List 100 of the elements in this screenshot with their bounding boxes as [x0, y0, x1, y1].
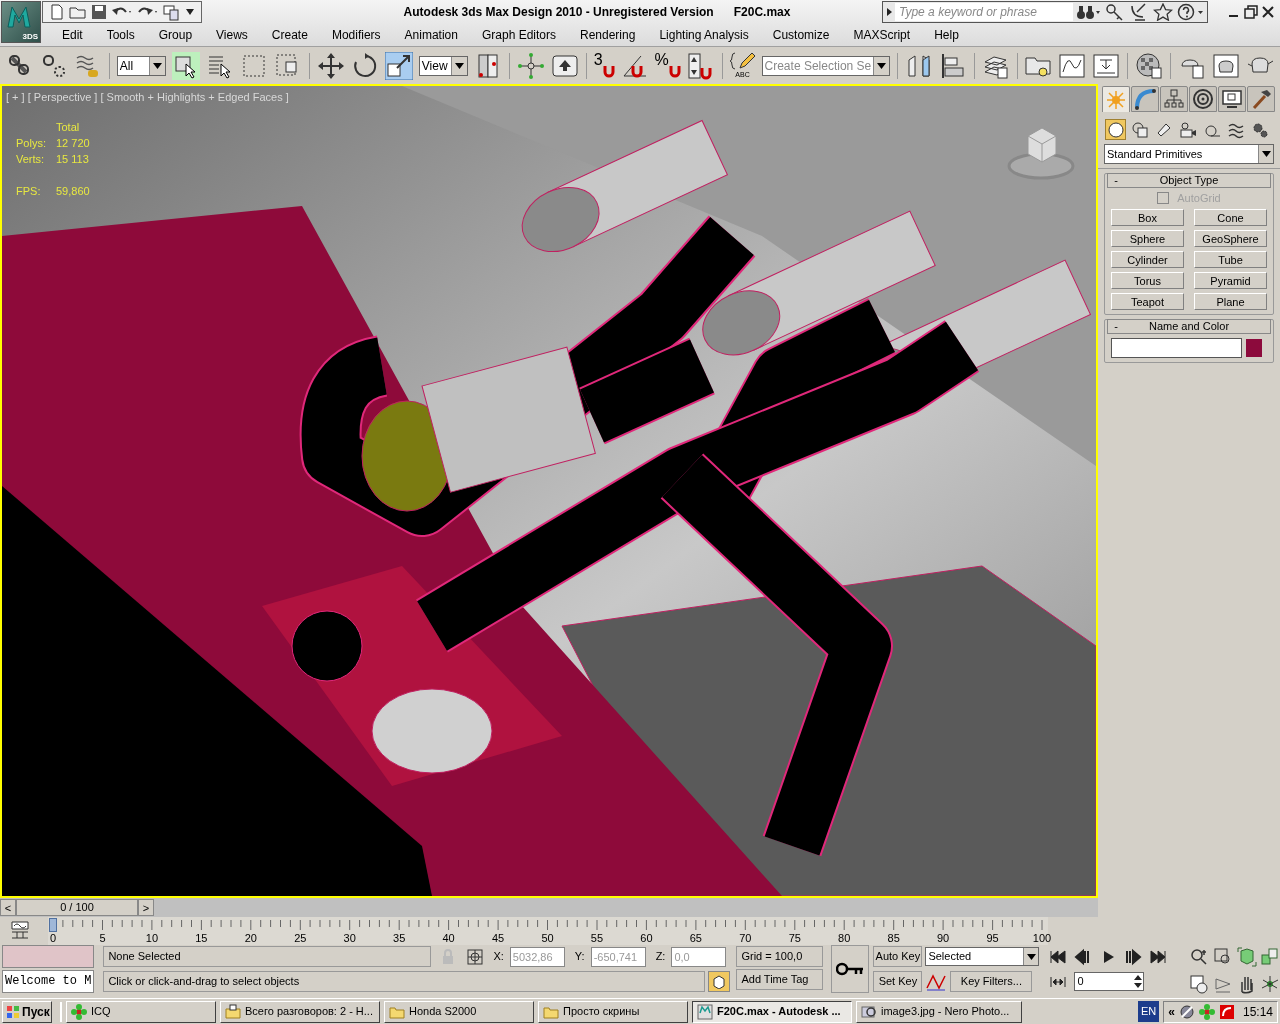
star-icon[interactable]: [1153, 3, 1173, 21]
taskbar-button[interactable]: Всего разговоров: 2 - Н...: [220, 1000, 380, 1023]
magnet-icon[interactable]: [668, 63, 681, 78]
next-frame-button[interactable]: >: [138, 899, 154, 916]
start-button[interactable]: Пуск: [2, 1000, 52, 1023]
taskbar-button[interactable]: image3.jpg - Nero Photo...: [856, 1000, 1022, 1023]
dope-sheet-icon[interactable]: [1092, 51, 1121, 80]
previous-frame-button[interactable]: <: [0, 899, 16, 916]
go-to-end-icon[interactable]: [1149, 947, 1168, 966]
reference-coordinate-dropdown[interactable]: View: [418, 55, 469, 76]
tray-expand-button[interactable]: «: [1168, 1002, 1175, 1021]
object-category-button[interactable]: [1177, 119, 1198, 140]
time-slider-thumb[interactable]: 0 / 100: [16, 899, 138, 916]
menu-item[interactable]: Customize: [760, 26, 842, 44]
menu-item[interactable]: Help: [922, 26, 971, 44]
key-mode-dropdown[interactable]: Selected: [925, 947, 1040, 966]
primitive-button[interactable]: Box: [1111, 208, 1184, 226]
field-of-view-icon[interactable]: [1189, 973, 1210, 994]
primitive-button[interactable]: Cone: [1194, 208, 1267, 226]
flower-icon[interactable]: [1198, 1003, 1215, 1020]
maxscript-output-field[interactable]: Welcome to M: [2, 970, 95, 993]
add-time-tag-button[interactable]: Add Time Tag: [736, 969, 824, 990]
language-indicator[interactable]: EN: [1138, 1001, 1160, 1022]
menu-item[interactable]: MAXScript: [841, 26, 923, 44]
taskbar-button[interactable]: Honda S2000: [384, 1000, 534, 1023]
viewport-label[interactable]: [ + ] [ Perspective ] [ Smooth + Highlights + Edged Faces ]: [6, 89, 289, 106]
selection-filter-dropdown[interactable]: All: [116, 55, 167, 76]
set-key-button[interactable]: Set Key: [873, 971, 923, 992]
binoculars-icon[interactable]: [1075, 3, 1101, 21]
taskbar-button[interactable]: Просто скрины: [538, 1000, 688, 1023]
rollout-header[interactable]: - Object Type: [1107, 173, 1271, 188]
menu-item[interactable]: Animation: [392, 26, 470, 44]
search-field[interactable]: Type a keyword or phrase: [895, 3, 1073, 21]
project-folder-icon[interactable]: [163, 3, 181, 21]
next-frame-icon[interactable]: [1124, 947, 1143, 966]
menu-item[interactable]: Lighting Analysis: [647, 26, 761, 44]
object-color-swatch[interactable]: [1246, 338, 1262, 357]
curve-editor-icon[interactable]: [1058, 51, 1087, 80]
named-selection-dropdown[interactable]: Create Selection Se: [761, 55, 891, 76]
primitive-button[interactable]: Torus: [1111, 271, 1184, 289]
menu-item[interactable]: Edit: [50, 26, 95, 44]
rollout-header[interactable]: - Name and Color: [1107, 318, 1271, 334]
manipulate-icon[interactable]: [516, 51, 545, 80]
taskbar-button[interactable]: ICQ: [66, 1000, 216, 1023]
spinner-snap-icon[interactable]: [686, 51, 715, 80]
zoom-extents-icon[interactable]: [1236, 947, 1257, 967]
new-file-icon[interactable]: [49, 4, 65, 20]
pencil-braces-icon[interactable]: [729, 50, 756, 71]
material-sphere-icon[interactable]: [1135, 51, 1164, 80]
menu-item[interactable]: Graph Editors: [469, 26, 568, 44]
menu-item[interactable]: Rendering: [568, 26, 648, 44]
menu-item[interactable]: Tools: [94, 26, 147, 44]
scale-icon[interactable]: [384, 51, 413, 80]
command-panel-tab[interactable]: [1218, 86, 1246, 112]
help-icon[interactable]: [1177, 3, 1205, 21]
orbit-axes-icon[interactable]: [1260, 973, 1280, 994]
teapot-window-icon[interactable]: [1211, 51, 1240, 80]
taskbar-button[interactable]: F20C.max - Autodesk ...: [692, 1000, 852, 1023]
time-slider-track[interactable]: < 0 / 100 >: [0, 898, 1098, 917]
magnet-icon[interactable]: [602, 63, 615, 78]
object-name-field[interactable]: [1111, 337, 1242, 358]
command-panel-tab[interactable]: [1131, 86, 1159, 112]
satellite-dish-icon[interactable]: [1129, 3, 1149, 21]
percent-snap-label[interactable]: %: [654, 51, 669, 68]
key-icon[interactable]: [1105, 3, 1125, 21]
application-menu-button[interactable]: 3DS: [1, 1, 41, 43]
current-frame-field[interactable]: 0: [1074, 972, 1145, 991]
command-panel-tab[interactable]: [1247, 86, 1275, 112]
maxscript-input-field[interactable]: [2, 945, 95, 968]
menu-item[interactable]: Group: [146, 26, 205, 44]
go-to-start-icon[interactable]: [1049, 947, 1068, 966]
command-panel-tab[interactable]: [1189, 86, 1217, 112]
auto-key-button[interactable]: Auto Key: [873, 946, 923, 967]
move-icon[interactable]: [316, 51, 345, 80]
dropdown-caret-icon[interactable]: [185, 8, 195, 16]
object-category-dropdown[interactable]: Standard Primitives: [1104, 144, 1274, 164]
absolute-mode-icon[interactable]: [467, 948, 484, 965]
primitive-button[interactable]: Cylinder: [1111, 250, 1184, 268]
restore-icon[interactable]: [1244, 5, 1258, 19]
object-category-button[interactable]: [1129, 119, 1150, 140]
zoom-extents-all-icon[interactable]: [1260, 947, 1280, 967]
primitive-button[interactable]: Teapot: [1111, 292, 1184, 310]
menu-item[interactable]: Modifiers: [319, 26, 393, 44]
time-tag-button[interactable]: [708, 971, 731, 992]
save-icon[interactable]: [91, 4, 107, 20]
primitive-button[interactable]: GeoSphere: [1194, 229, 1267, 247]
primitive-button[interactable]: Plane: [1194, 292, 1267, 310]
primitive-button[interactable]: Pyramid: [1194, 271, 1267, 289]
primitive-button[interactable]: Tube: [1194, 250, 1267, 268]
collapse-toggle[interactable]: -: [1108, 317, 1124, 335]
close-icon[interactable]: [1262, 5, 1274, 19]
menu-item[interactable]: Create: [259, 26, 320, 44]
time-marker[interactable]: [49, 918, 57, 932]
snap-toggle-label[interactable]: 3: [593, 51, 603, 68]
align-icon[interactable]: [939, 51, 967, 80]
collapse-toggle[interactable]: -: [1108, 172, 1124, 189]
set-keys-button[interactable]: [831, 945, 870, 993]
object-category-button[interactable]: [1105, 119, 1126, 140]
menu-item[interactable]: Views: [204, 26, 260, 44]
open-folder-icon[interactable]: [69, 4, 87, 20]
